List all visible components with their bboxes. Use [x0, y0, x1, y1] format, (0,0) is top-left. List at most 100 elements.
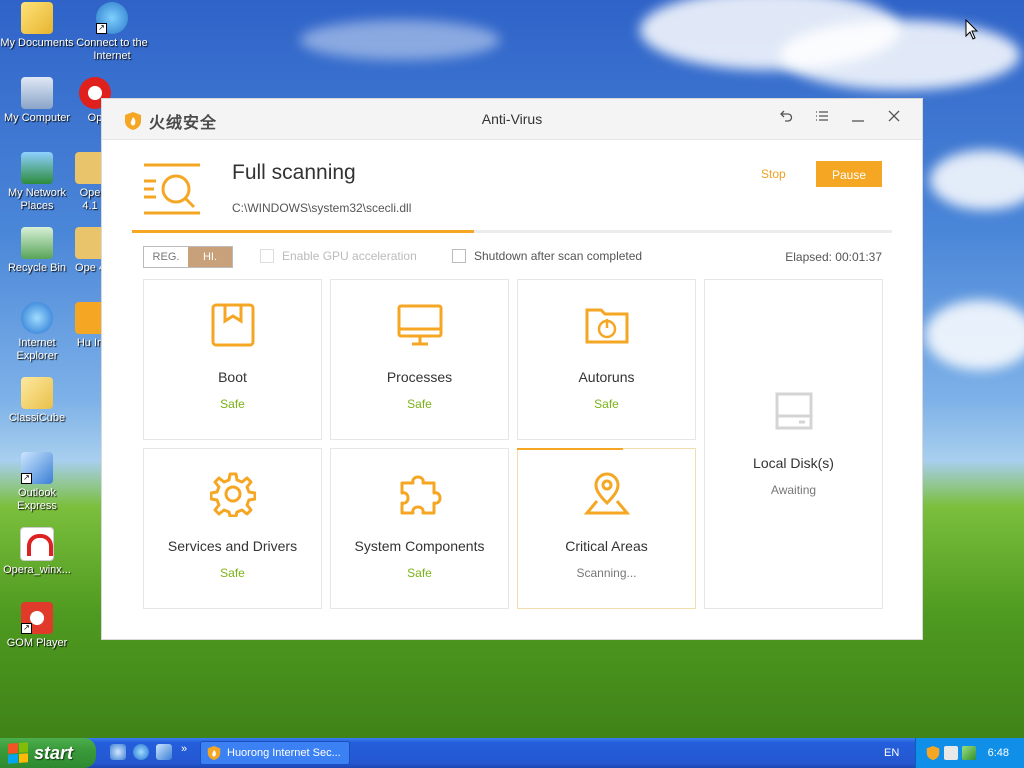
desktop-icon-opera-installer[interactable]: Opera_winx...	[0, 527, 74, 577]
desktop-icon-opera-41[interactable]: Ope 4.1	[75, 152, 105, 213]
desktop-icon-network-places[interactable]: My Network Places	[0, 152, 74, 213]
boot-label: Boot	[218, 369, 247, 385]
autoruns-folder-icon	[585, 308, 628, 344]
taskbar: start » Huorong Internet Sec... EN 6:48	[0, 738, 1024, 768]
mode-toggle[interactable]: REG. HI.	[143, 246, 233, 268]
back-icon	[780, 110, 793, 122]
desktop-icon-my-computer[interactable]: My Computer	[0, 77, 74, 125]
window-title: Anti-Virus	[481, 111, 543, 127]
desktop-icon-huorong[interactable]: Hu In	[75, 302, 105, 350]
computer-icon	[21, 77, 53, 109]
opera-icon	[75, 227, 105, 259]
puzzle-piece-icon	[400, 475, 441, 515]
minimize-icon	[852, 120, 864, 122]
scan-item-autoruns: Autoruns Safe	[517, 279, 696, 440]
antivirus-window: 火绒安全 Anti-Virus Full scanning C:\WINDOWS…	[102, 99, 922, 639]
gom-player-icon: ↗	[21, 602, 53, 634]
desktop-icon-recycle-bin[interactable]: Recycle Bin	[0, 227, 74, 275]
start-button[interactable]: start	[0, 738, 96, 768]
desktop-icon-outlook-express[interactable]: ↗ Outlook Express	[0, 452, 74, 513]
mouse-cursor-icon	[965, 19, 979, 40]
local-disks-status: Awaiting	[770, 483, 817, 497]
start-label: start	[34, 742, 74, 763]
minimize-button[interactable]	[848, 109, 868, 129]
back-button[interactable]	[776, 109, 796, 129]
scan-item-services-drivers: Services and Drivers Safe	[143, 448, 322, 609]
huorong-tray-icon[interactable]	[926, 745, 940, 761]
services-drivers-status: Safe	[220, 566, 245, 580]
gpu-acceleration-checkbox: Enable GPU acceleration	[260, 249, 417, 263]
scan-progress-bar	[132, 230, 892, 233]
processes-status: Safe	[407, 397, 432, 411]
local-disks-label: Local Disk(s)	[753, 455, 834, 471]
network-icon	[21, 152, 53, 184]
show-desktop-icon[interactable]	[110, 744, 126, 760]
folder-documents-icon	[21, 2, 53, 34]
network-tray-icon[interactable]	[944, 746, 958, 760]
pause-button[interactable]: Pause	[816, 161, 882, 187]
scan-title: Full scanning	[232, 161, 356, 184]
security-tray-icon[interactable]	[962, 746, 976, 760]
menu-icon	[816, 111, 828, 121]
cloud	[780, 20, 1020, 90]
elapsed-time: Elapsed: 00:01:37	[785, 250, 882, 264]
ie-quicklaunch-icon[interactable]	[133, 744, 149, 760]
full-scan-icon	[144, 163, 200, 215]
taskbar-item-label: Huorong Internet Sec...	[227, 747, 341, 759]
boot-icon	[211, 303, 254, 347]
shutdown-after-scan-checkbox[interactable]: Shutdown after scan completed	[452, 249, 642, 263]
taskbar-item-huorong[interactable]: Huorong Internet Sec...	[200, 741, 350, 765]
language-indicator[interactable]: EN	[884, 747, 899, 759]
scan-item-system-components: System Components Safe	[330, 448, 509, 609]
scan-item-processes: Processes Safe	[330, 279, 509, 440]
cloud	[930, 150, 1024, 210]
gpu-checkbox-box	[260, 249, 274, 263]
desktop-icon-opera-4[interactable]: Ope 4	[75, 227, 105, 275]
scan-item-critical-areas: Critical Areas Scanning...	[517, 448, 696, 609]
critical-areas-label: Critical Areas	[565, 538, 648, 554]
mode-reg-option[interactable]: REG.	[144, 247, 188, 267]
desktop-icon-gom-player[interactable]: ↗ GOM Player	[0, 602, 74, 650]
processes-label: Processes	[386, 369, 453, 385]
boot-status: Safe	[220, 397, 245, 411]
desktop-icon-connect-internet[interactable]: ↗ Connect to the Internet	[75, 2, 149, 63]
map-pin-icon	[583, 472, 630, 515]
gpu-checkbox-label: Enable GPU acceleration	[282, 249, 417, 263]
scan-progress-fill	[132, 230, 474, 233]
internet-connect-icon: ↗	[96, 2, 128, 34]
clock: 6:48	[987, 747, 1009, 759]
desktop-icon-internet-explorer[interactable]: Internet Explorer	[0, 302, 74, 363]
shutdown-checkbox-box[interactable]	[452, 249, 466, 263]
stop-button[interactable]: Stop	[761, 167, 786, 181]
monitor-icon	[397, 304, 442, 346]
desktop-icon-classicube[interactable]: ClassiCube	[0, 377, 74, 425]
cloud	[925, 300, 1024, 370]
windows-logo-icon	[8, 742, 28, 764]
title-bar[interactable]: 火绒安全 Anti-Virus	[102, 99, 922, 140]
critical-areas-progress	[517, 448, 624, 450]
hard-disk-icon	[775, 392, 812, 430]
scan-item-local-disks: Local Disk(s) Awaiting	[704, 279, 883, 609]
current-file-path: C:\WINDOWS\system32\scecli.dll	[232, 201, 412, 215]
menu-button[interactable]	[812, 109, 832, 129]
autoruns-status: Safe	[594, 397, 619, 411]
desktop-icon-my-documents[interactable]: My Documents	[0, 2, 74, 50]
system-components-status: Safe	[407, 566, 432, 580]
system-tray: 6:48	[915, 738, 1024, 768]
outlook-quicklaunch-icon[interactable]	[156, 744, 172, 760]
ie-icon	[21, 302, 53, 334]
services-drivers-label: Services and Drivers	[167, 538, 298, 554]
huorong-task-icon	[207, 746, 221, 760]
autoruns-label: Autoruns	[578, 369, 635, 385]
cloud	[300, 20, 500, 60]
quicklaunch-expand-icon[interactable]: »	[181, 743, 187, 755]
huorong-icon	[75, 302, 105, 334]
recycle-bin-icon	[21, 227, 53, 259]
shutdown-checkbox-label: Shutdown after scan completed	[474, 249, 643, 263]
outlook-icon: ↗	[21, 452, 53, 484]
mode-hi-option[interactable]: HI.	[188, 247, 232, 267]
opera-icon	[75, 152, 105, 184]
gear-icon	[209, 472, 256, 518]
close-button[interactable]	[884, 109, 904, 129]
scan-item-boot: Boot Safe	[143, 279, 322, 440]
